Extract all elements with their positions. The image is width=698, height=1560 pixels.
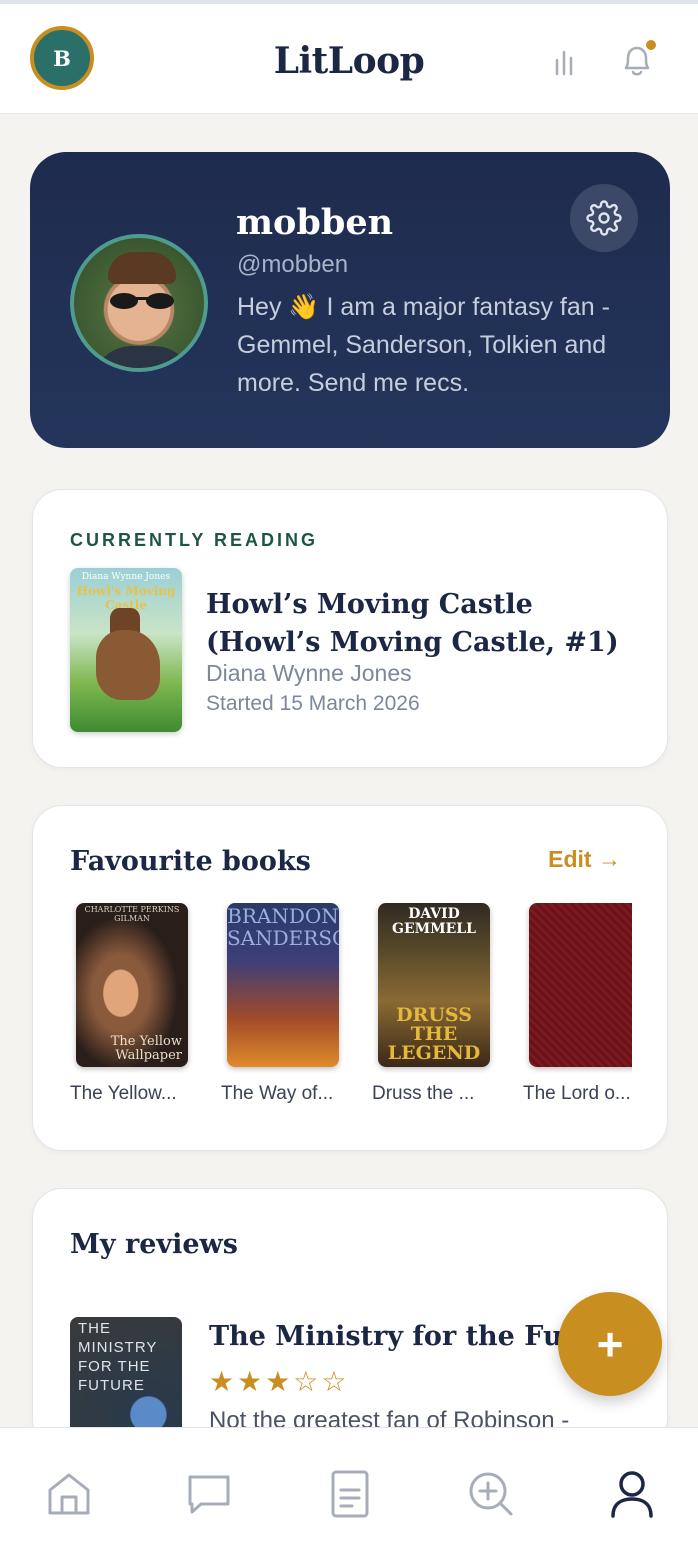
cover-author: DAVID GEMMELL: [392, 906, 476, 937]
book-label: The Way of...: [221, 1083, 334, 1104]
edit-favourites-link[interactable]: Edit →: [548, 846, 621, 873]
profile-card: mobben @mobben Hey 👋 I am a major fantas…: [30, 152, 670, 448]
section-label: CURRENTLY READING: [70, 530, 319, 550]
cover-title: The Yellow Wallpaper: [110, 1034, 182, 1063]
book-cover[interactable]: BRANDON SANDERSON: [227, 903, 339, 1067]
favourite-books-list: CHARLOTTE PERKINS GILMAN The Yellow Wall…: [70, 903, 632, 1113]
book-started-date: Started 15 March 2026: [206, 692, 420, 715]
card-heading: My reviews: [70, 1229, 238, 1260]
user-icon: [611, 1471, 653, 1518]
cover-author: Diana Wynne Jones: [81, 572, 171, 582]
search-plus-icon: [469, 1472, 513, 1516]
gear-icon: [586, 200, 622, 236]
cover-title: THE MINISTRY FOR THE FUTURE: [78, 1320, 158, 1394]
cover-title: DRUSS THE LEGEND: [387, 1004, 481, 1064]
bottom-nav: [0, 1427, 698, 1560]
profile-name: mobben: [236, 202, 394, 243]
nav-home[interactable]: [43, 1468, 95, 1520]
nav-profile[interactable]: [606, 1468, 658, 1520]
book-icon: [331, 1470, 369, 1518]
cover-author: BRANDON SANDERSON: [227, 904, 339, 950]
book-cover[interactable]: DAVID GEMMELL DRUSS THE LEGEND: [378, 903, 490, 1067]
notification-badge: [644, 38, 658, 52]
cover-author: CHARLOTTE PERKINS GILMAN: [84, 905, 180, 923]
bar-chart-icon[interactable]: [546, 44, 582, 80]
card-heading: Favourite books: [70, 846, 311, 877]
chat-icon: [188, 1475, 230, 1514]
home-icon: [48, 1473, 90, 1515]
book-cover[interactable]: Diana Wynne Jones Howl's Moving Castle: [70, 568, 182, 732]
profile-photo: [70, 234, 208, 372]
nav-messages[interactable]: [183, 1468, 235, 1520]
app-header: B LitLoop: [0, 0, 698, 114]
favourite-books-card: Favourite books Edit → CHARLOTTE PERKINS…: [32, 805, 668, 1151]
nav-library[interactable]: [324, 1468, 376, 1520]
app-title: LitLoop: [273, 40, 425, 82]
currently-reading-card[interactable]: CURRENTLY READING Diana Wynne Jones Howl…: [32, 489, 668, 768]
book-label: The Lord o...: [523, 1083, 631, 1104]
profile-bio: Hey 👋 I am a major fantasy fan - Gemmel,…: [237, 293, 610, 397]
profile-handle: @mobben: [237, 251, 349, 278]
book-cover[interactable]: CHARLOTTE PERKINS GILMAN The Yellow Wall…: [76, 903, 188, 1067]
book-author: Diana Wynne Jones: [206, 660, 412, 686]
add-button[interactable]: +: [558, 1292, 662, 1396]
plus-icon: +: [596, 1318, 624, 1370]
book-title[interactable]: Howl’s Moving Castle (Howl’s Moving Cast…: [206, 586, 626, 662]
book-label: Druss the ...: [372, 1083, 475, 1104]
settings-button[interactable]: [570, 184, 638, 252]
notifications-button[interactable]: [614, 38, 660, 84]
book-label: The Yellow...: [70, 1083, 177, 1104]
nav-discover[interactable]: [465, 1468, 517, 1520]
star-rating: ★★★☆☆: [209, 1366, 350, 1397]
book-cover[interactable]: [529, 903, 632, 1067]
